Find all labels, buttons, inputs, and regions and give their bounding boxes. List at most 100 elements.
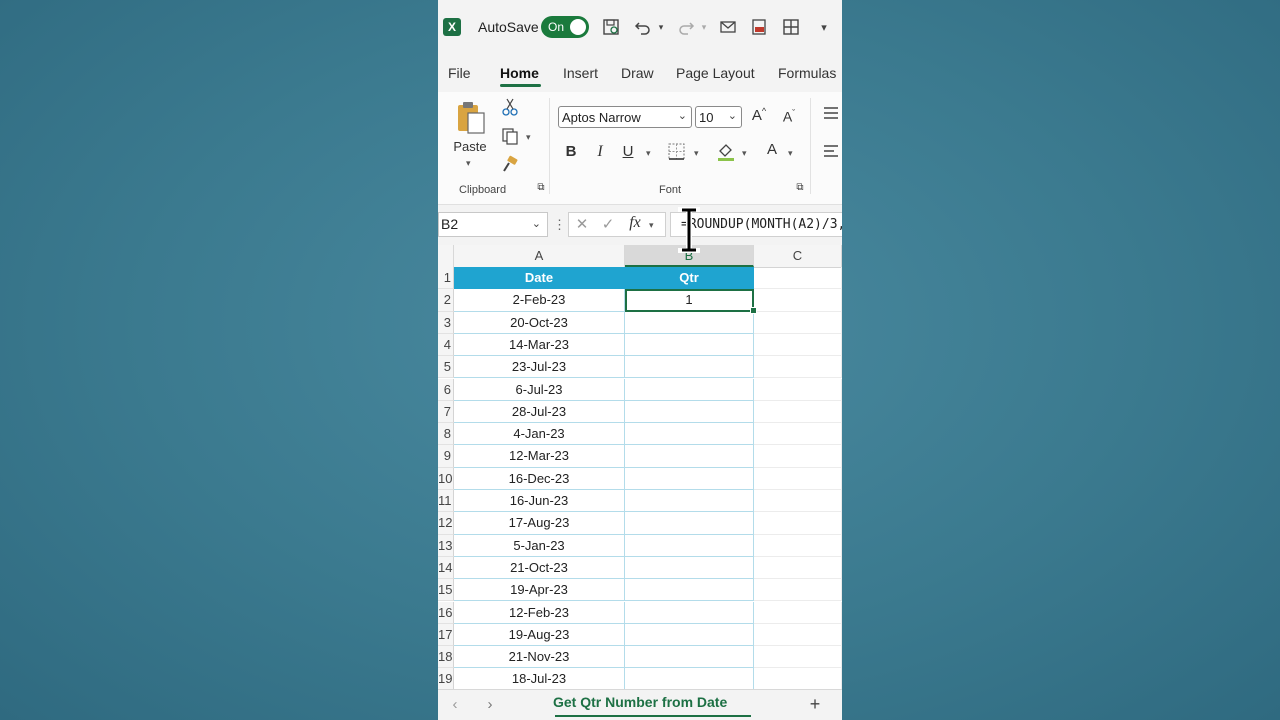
cell-qtr[interactable] [625, 378, 754, 401]
cell-date[interactable]: 12-Feb-23 [454, 601, 625, 624]
cut-icon[interactable] [500, 98, 520, 120]
cell-c[interactable] [754, 311, 842, 334]
cell-c[interactable] [754, 400, 842, 424]
format-painter-icon[interactable] [499, 155, 521, 177]
row-header[interactable]: 8 [438, 423, 454, 446]
cell-qtr[interactable] [625, 311, 754, 334]
grow-font-icon[interactable]: A^ [748, 106, 770, 124]
pdf-icon[interactable] [747, 15, 771, 39]
cell-qtr[interactable] [625, 646, 754, 669]
row-header[interactable]: 7 [438, 400, 454, 424]
fill-color-dropdown-icon[interactable]: ▾ [742, 148, 747, 159]
cell-date[interactable]: 20-Oct-23 [454, 311, 625, 334]
cell-qtr[interactable] [625, 668, 754, 691]
select-all-corner[interactable] [438, 245, 454, 267]
borders-icon[interactable] [666, 143, 686, 163]
row-header[interactable]: 18 [438, 646, 454, 669]
prev-sheet-icon[interactable]: ‹ [448, 696, 462, 713]
row-header[interactable]: 5 [438, 356, 454, 379]
cell-c[interactable] [754, 267, 842, 290]
header-cell-date[interactable]: Date [454, 267, 625, 290]
header-cell-qtr[interactable]: Qtr [625, 267, 754, 290]
cell-c[interactable] [754, 467, 842, 490]
cell-date[interactable]: 14-Mar-23 [454, 333, 625, 357]
tab-draw[interactable]: Draw [621, 65, 654, 81]
cell-date[interactable]: 5-Jan-23 [454, 534, 625, 557]
tab-formulas[interactable]: Formulas [778, 65, 836, 81]
redo-icon[interactable] [674, 15, 698, 39]
cell-date[interactable]: 6-Jul-23 [454, 378, 625, 401]
cell-date[interactable]: 16-Jun-23 [454, 490, 625, 513]
autosave-toggle[interactable]: On [541, 16, 589, 38]
cell-date[interactable]: 17-Aug-23 [454, 512, 625, 535]
cell-date[interactable]: 16-Dec-23 [454, 467, 625, 490]
enter-check-icon[interactable]: ✓ [599, 215, 617, 233]
tab-home[interactable]: Home [500, 65, 539, 81]
undo-icon[interactable] [631, 15, 655, 39]
undo-dropdown-icon[interactable]: ▾ [656, 17, 666, 37]
align-left-icon[interactable] [822, 144, 840, 162]
cell-qtr[interactable] [625, 423, 754, 446]
row-header[interactable]: 19 [438, 668, 454, 691]
column-header-c[interactable]: C [754, 245, 842, 267]
font-color-button[interactable]: A [763, 141, 781, 158]
row-header[interactable]: 17 [438, 623, 454, 647]
cell-c[interactable] [754, 601, 842, 624]
cell-qtr[interactable] [625, 534, 754, 557]
cell-c[interactable] [754, 646, 842, 669]
cell-date[interactable]: 18-Jul-23 [454, 668, 625, 691]
paste-icon[interactable] [454, 100, 488, 140]
row-header[interactable]: 13 [438, 534, 454, 557]
cell-date[interactable]: 4-Jan-23 [454, 423, 625, 446]
cell-c[interactable] [754, 623, 842, 647]
cell-qtr[interactable] [625, 623, 754, 647]
cell-qtr[interactable] [625, 467, 754, 490]
cancel-icon[interactable]: ✕ [573, 215, 591, 233]
row-header[interactable]: 10 [438, 467, 454, 490]
tab-page-layout[interactable]: Page Layout [676, 65, 755, 81]
clipboard-launcher-icon[interactable]: ⧉ [535, 182, 547, 193]
cell-date[interactable]: 23-Jul-23 [454, 356, 625, 379]
paste-button-label[interactable]: Paste [452, 139, 488, 154]
row-header[interactable]: 4 [438, 333, 454, 357]
cell-qtr[interactable] [625, 512, 754, 535]
cell-c[interactable] [754, 356, 842, 379]
tab-file[interactable]: File [448, 65, 471, 81]
fill-color-icon[interactable] [715, 142, 737, 164]
cell-date[interactable]: 19-Apr-23 [454, 579, 625, 602]
cell-qtr[interactable] [625, 556, 754, 580]
bold-button[interactable]: B [562, 143, 580, 160]
font-size-combo[interactable]: 10 ⌄ [695, 106, 742, 128]
cell-c[interactable] [754, 512, 842, 535]
italic-button[interactable]: I [591, 143, 609, 161]
cell-qtr[interactable] [625, 601, 754, 624]
font-color-dropdown-icon[interactable]: ▾ [788, 148, 793, 159]
cell-date[interactable]: 28-Jul-23 [454, 400, 625, 424]
cell-c[interactable] [754, 333, 842, 357]
cell-qtr[interactable] [625, 490, 754, 513]
row-header[interactable]: 6 [438, 378, 454, 401]
borders-grid-icon[interactable] [779, 15, 803, 39]
fill-handle[interactable] [750, 307, 757, 314]
row-header[interactable]: 1 [438, 267, 454, 290]
paste-dropdown-icon[interactable]: ▾ [466, 158, 471, 169]
redo-dropdown-icon[interactable]: ▾ [699, 17, 709, 37]
insert-function-button[interactable]: fx [625, 214, 645, 232]
row-header[interactable]: 16 [438, 601, 454, 624]
row-header[interactable]: 11 [438, 490, 454, 513]
fx-dropdown-icon[interactable]: ▾ [649, 220, 654, 231]
cell-c[interactable] [754, 668, 842, 691]
cell-date[interactable]: 19-Aug-23 [454, 623, 625, 647]
next-sheet-icon[interactable]: › [483, 696, 497, 713]
add-sheet-icon[interactable]: + [806, 694, 824, 715]
more-options-icon[interactable]: ⋮ [553, 217, 566, 233]
font-name-combo[interactable]: Aptos Narrow ⌄ [558, 106, 692, 128]
cell-date[interactable]: 2-Feb-23 [454, 289, 625, 312]
font-launcher-icon[interactable]: ⧉ [794, 182, 806, 193]
save-icon[interactable] [600, 15, 622, 39]
cell-qtr[interactable] [625, 356, 754, 379]
cell-c[interactable] [754, 445, 842, 468]
cell-c[interactable] [754, 378, 842, 401]
row-header[interactable]: 15 [438, 579, 454, 602]
cell-qtr[interactable] [625, 400, 754, 424]
